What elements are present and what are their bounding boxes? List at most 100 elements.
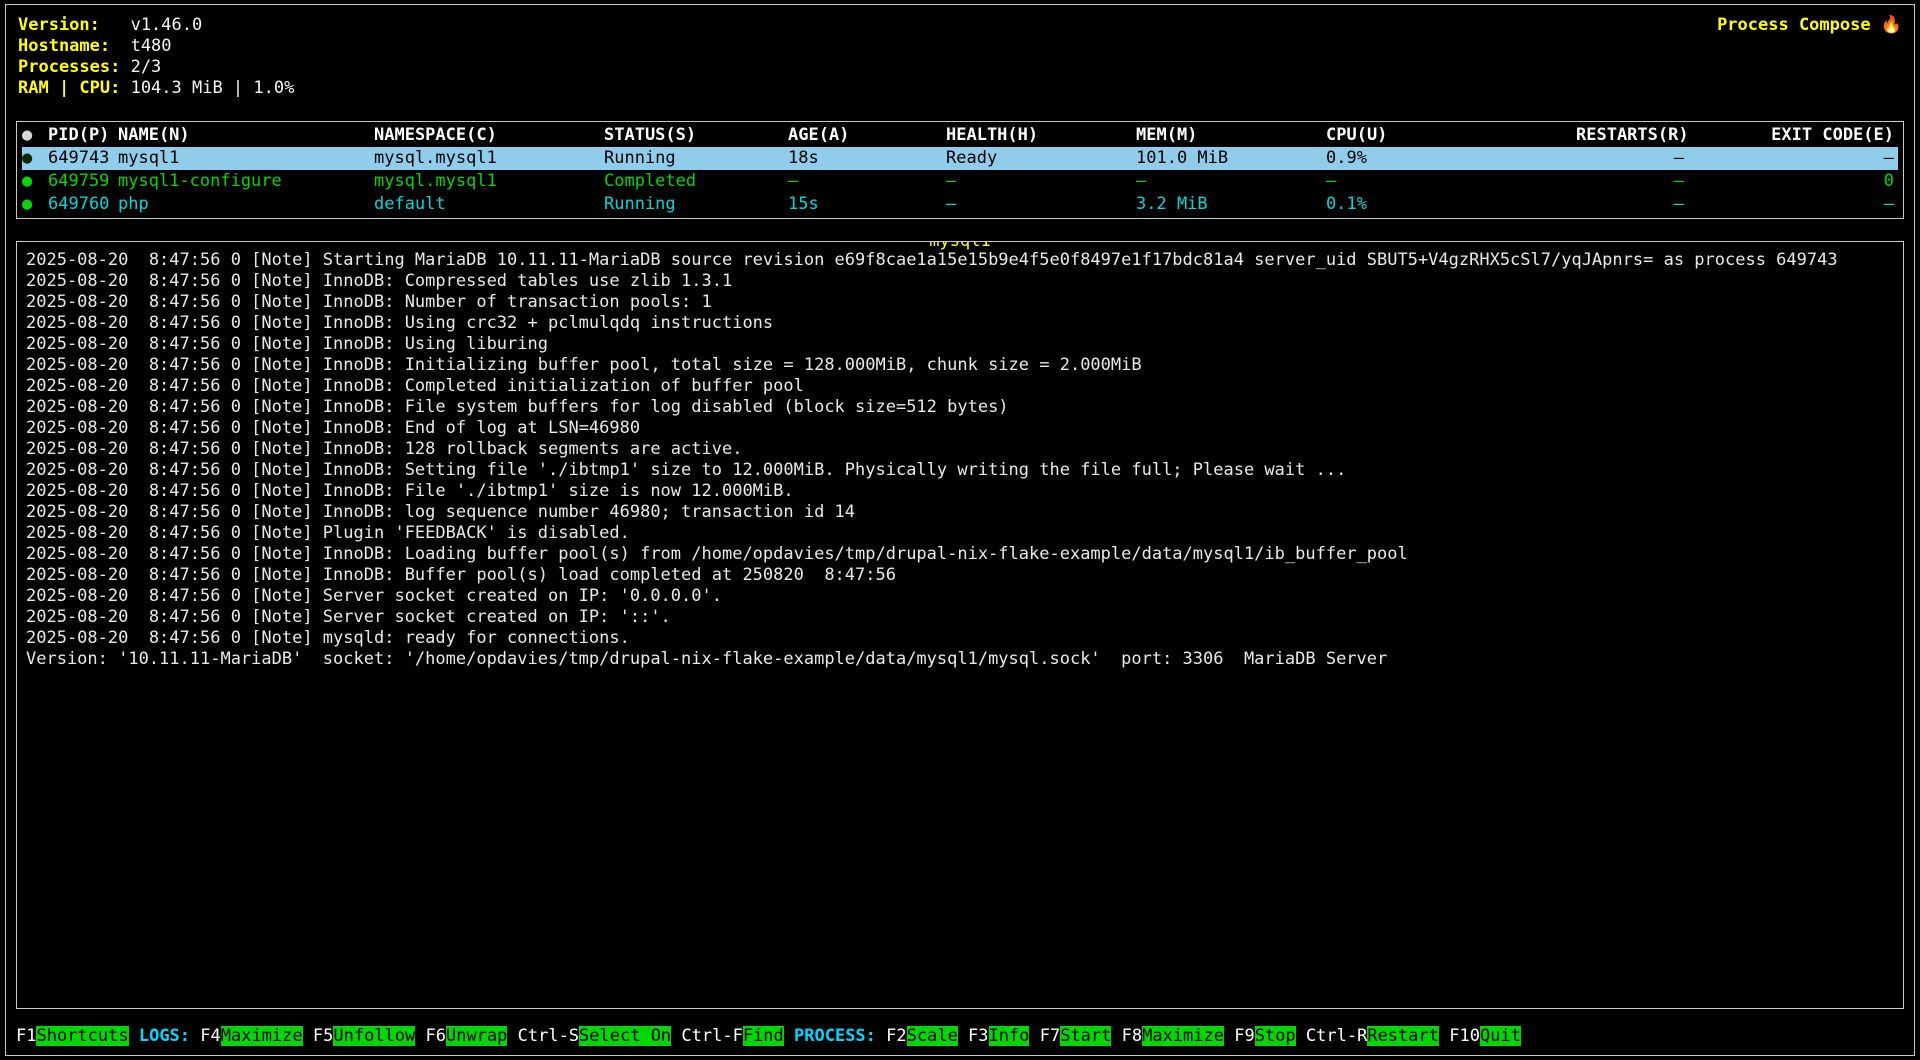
cell-name: php [118,193,374,216]
log-line: 2025-08-20 8:47:56 0 [Note] Server socke… [26,607,1897,628]
shortcut-action: Select On [579,1026,671,1046]
log-line: 2025-08-20 8:47:56 0 [Note] InnoDB: Buff… [26,565,1897,586]
log-panel[interactable]: mysql1 2025-08-20 8:47:56 0 [Note] Start… [16,241,1904,1009]
process-row-mysql1-configure[interactable]: ●649759mysql1-configuremysql.mysql1Compl… [22,170,1898,193]
cell-name: mysql1-configure [118,170,374,193]
shortcut-f4[interactable]: F4Maximize [200,1026,302,1046]
process-row-php[interactable]: ●649760phpdefaultRunning15s–3.2 MiB0.1%–… [22,193,1898,216]
cell-exit: 0 [1688,170,1898,193]
cell-exit: – [1688,147,1898,170]
log-line: 2025-08-20 8:47:56 0 [Note] InnoDB: End … [26,418,1897,439]
cell-restarts: – [1576,170,1688,193]
shortcut-bar: F1ShortcutsLOGS:F4MaximizeF5UnfollowF6Un… [16,1025,1904,1047]
shortcut-ctrl-r[interactable]: Ctrl-RRestart [1306,1026,1439,1046]
ram-cpu-value: 104.3 MiB | 1.0% [131,78,295,98]
version-label: Version: [18,15,120,36]
log-line: 2025-08-20 8:47:56 0 [Note] Server socke… [26,586,1897,607]
shortcut-action: Maximize [221,1026,303,1046]
shortcut-key: F3 [968,1026,988,1046]
hostname-label: Hostname: [18,36,120,57]
hostname-value: t480 [131,36,172,56]
shortcut-f6[interactable]: F6Unwrap [425,1026,507,1046]
cell-age: 18s [788,147,946,170]
process-compose-window: Version:v1.46.0 Hostname:t480 Processes:… [5,4,1915,1056]
shortcut-key: F10 [1449,1026,1480,1046]
log-line: 2025-08-20 8:47:56 0 [Note] InnoDB: 128 … [26,439,1897,460]
shortcut-action: Info [989,1026,1030,1046]
column-header-restarts[interactable]: RESTARTS(R) [1576,124,1688,147]
cell-mem: 3.2 MiB [1136,193,1326,216]
shortcut-f9[interactable]: F9Stop [1234,1026,1295,1046]
column-header-pid[interactable]: PID(P) [48,124,118,147]
log-line: 2025-08-20 8:47:56 0 [Note] mysqld: read… [26,628,1897,649]
cell-pid: 649759 [48,170,118,193]
log-line: 2025-08-20 8:47:56 0 [Note] Starting Mar… [26,250,1897,271]
shortcut-action: Quit [1480,1026,1521,1046]
shortcut-key: F1 [16,1026,36,1046]
log-line: 2025-08-20 8:47:56 0 [Note] InnoDB: Sett… [26,460,1897,481]
column-header-mem[interactable]: MEM(M) [1136,124,1326,147]
shortcut-action: Scale [907,1026,958,1046]
cell-restarts: – [1576,147,1688,170]
process-row-mysql1[interactable]: ●649743mysql1mysql.mysql1Running18sReady… [22,147,1898,170]
cell-cpu: – [1326,170,1576,193]
column-header-namespace[interactable]: NAMESPACE(C) [374,124,604,147]
shortcut-action: Restart [1367,1026,1439,1046]
shortcut-action: Start [1060,1026,1111,1046]
cell-cpu: 0.9% [1326,147,1576,170]
column-header-age[interactable]: AGE(A) [788,124,946,147]
cell-age: 15s [788,193,946,216]
log-line: Version: '10.11.11-MariaDB' socket: '/ho… [26,649,1897,670]
column-header-status[interactable]: STATUS(S) [604,124,788,147]
shortcut-ctrl-f[interactable]: Ctrl-FFind [681,1026,783,1046]
table-body: ●649743mysql1mysql.mysql1Running18sReady… [22,147,1898,216]
app-title-text: Process Compose [1717,15,1871,35]
footer-section-label: PROCESS: [794,1026,876,1046]
shortcut-f1[interactable]: F1Shortcuts [16,1026,129,1046]
shortcut-key: F4 [200,1026,220,1046]
shortcut-f8[interactable]: F8Maximize [1122,1026,1224,1046]
shortcut-f3[interactable]: F3Info [968,1026,1029,1046]
log-line: 2025-08-20 8:47:56 0 [Note] InnoDB: Numb… [26,292,1897,313]
cell-health: – [946,193,1136,216]
cell-status: Completed [604,170,788,193]
cell-health: – [946,170,1136,193]
process-table: ●PID(P)NAME(N)NAMESPACE(C)STATUS(S)AGE(A… [16,121,1904,219]
shortcut-f5[interactable]: F5Unfollow [313,1026,415,1046]
column-header-exit[interactable]: EXIT CODE(E) [1688,124,1898,147]
shortcut-f10[interactable]: F10Quit [1449,1026,1521,1046]
log-line: 2025-08-20 8:47:56 0 [Note] InnoDB: File… [26,481,1897,502]
status-dot-icon: ● [22,170,48,193]
header-bar: Version:v1.46.0 Hostname:t480 Processes:… [16,13,1904,99]
log-line: 2025-08-20 8:47:56 0 [Note] InnoDB: Usin… [26,334,1897,355]
shortcut-key: Ctrl-R [1306,1026,1367,1046]
app-title: Process Compose 🔥 [1717,15,1902,36]
shortcut-key: Ctrl-S [518,1026,579,1046]
flame-icon: 🔥 [1881,15,1902,35]
processes-line: Processes:2/3 [18,57,294,78]
cell-status: Running [604,147,788,170]
log-panel-title: mysql1 [927,241,992,252]
shortcut-f7[interactable]: F7Start [1040,1026,1112,1046]
cell-pid: 649760 [48,193,118,216]
cell-namespace: mysql.mysql1 [374,170,604,193]
shortcut-action: Unwrap [446,1026,507,1046]
column-header-cpu[interactable]: CPU(U) [1326,124,1576,147]
shortcut-key: F9 [1234,1026,1254,1046]
column-header-health[interactable]: HEALTH(H) [946,124,1136,147]
cell-pid: 649743 [48,147,118,170]
status-dot-icon: ● [22,193,48,216]
shortcut-key: F7 [1040,1026,1060,1046]
header-dot-icon: ● [22,124,48,147]
cell-mem: 101.0 MiB [1136,147,1326,170]
shortcut-ctrl-s[interactable]: Ctrl-SSelect On [518,1026,672,1046]
cell-exit: – [1688,193,1898,216]
cell-status: Running [604,193,788,216]
log-line: 2025-08-20 8:47:56 0 [Note] InnoDB: Usin… [26,313,1897,334]
shortcut-key: F6 [425,1026,445,1046]
cell-health: Ready [946,147,1136,170]
column-header-name[interactable]: NAME(N) [118,124,374,147]
ram-cpu-label: RAM | CPU: [18,78,120,99]
log-line: 2025-08-20 8:47:56 0 [Note] InnoDB: Load… [26,544,1897,565]
shortcut-f2[interactable]: F2Scale [886,1026,958,1046]
